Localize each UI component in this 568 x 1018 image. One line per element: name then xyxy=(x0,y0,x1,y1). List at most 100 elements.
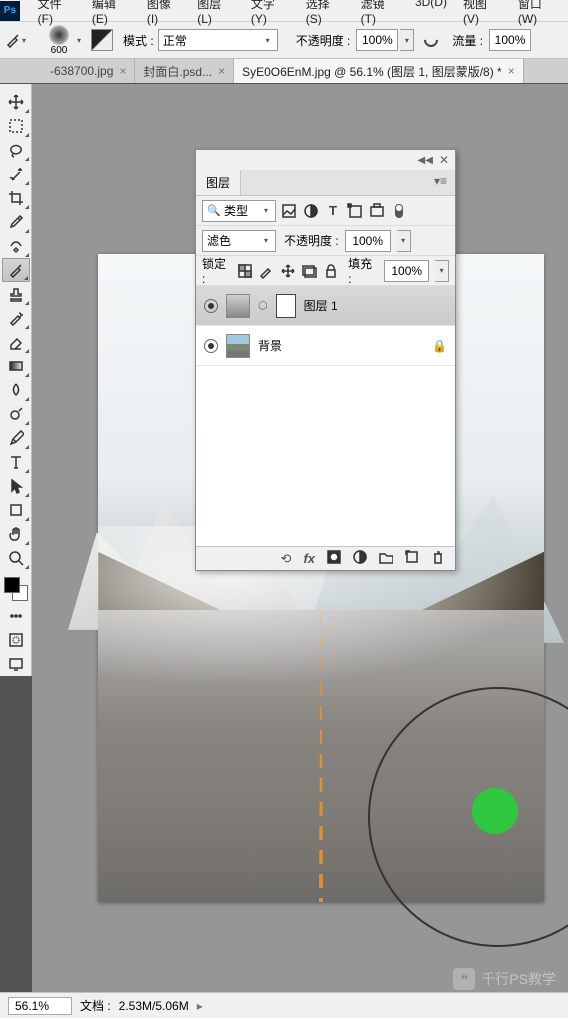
blur-tool-icon xyxy=(8,382,24,398)
menu-3D[interactable]: 3D(D) xyxy=(407,0,455,28)
move-tool[interactable] xyxy=(2,90,30,114)
new-layer-icon[interactable] xyxy=(405,550,419,567)
layers-tab[interactable]: 图层 xyxy=(196,170,241,195)
brush-panel-toggle[interactable] xyxy=(91,29,113,51)
panel-opacity-input[interactable]: 100% xyxy=(345,230,391,252)
layer-thumbnail[interactable] xyxy=(226,334,250,358)
panel-menu-icon[interactable]: ▾≡ xyxy=(426,170,455,195)
layers-panel[interactable]: ◀◀ ✕ 图层 ▾≡ 🔍 类型 ▾ T 滤色 ▾ 不透明度 : 100% ▾ 锁… xyxy=(195,149,456,571)
healing-brush-tool[interactable] xyxy=(2,234,30,258)
close-icon[interactable]: × xyxy=(119,64,126,78)
collapse-icon[interactable]: ◀◀ xyxy=(418,155,433,166)
document-tab[interactable]: -638700.jpg× xyxy=(42,59,135,83)
eraser-tool[interactable] xyxy=(2,330,30,354)
visibility-toggle[interactable] xyxy=(204,339,218,353)
clone-stamp-tool[interactable] xyxy=(2,282,30,306)
layer-row[interactable]: ⬡ 图层 1 xyxy=(196,286,455,326)
delete-layer-icon[interactable] xyxy=(431,550,445,567)
marquee-tool[interactable] xyxy=(2,114,30,138)
fill-slider-button[interactable]: ▾ xyxy=(435,260,449,282)
hand-tool[interactable] xyxy=(2,522,30,546)
menu-窗口[interactable]: 窗口(W) xyxy=(510,0,568,28)
opacity-input[interactable]: 100% xyxy=(356,29,398,51)
layer-name[interactable]: 图层 1 xyxy=(304,297,447,314)
document-tab[interactable]: SyE0O6EnM.jpg @ 56.1% (图层 1, 图层蒙版/8) *× xyxy=(234,59,524,83)
menu-图层[interactable]: 图层(L) xyxy=(189,0,243,28)
document-tab[interactable]: 封面白.psd...× xyxy=(135,59,234,83)
chevron-down-icon[interactable]: ▾ xyxy=(77,36,81,45)
zoom-input[interactable]: 56.1% xyxy=(8,997,72,1015)
screenmode-toggle[interactable] xyxy=(2,652,30,676)
lasso-tool[interactable] xyxy=(2,138,30,162)
chevron-down-icon: ▾ xyxy=(264,206,268,215)
lock-image-icon[interactable] xyxy=(258,262,276,280)
layer-thumbnail[interactable] xyxy=(226,294,250,318)
history-brush-tool[interactable] xyxy=(2,306,30,330)
lock-trans-icon[interactable] xyxy=(236,262,254,280)
status-bar: 56.1% 文档 : 2.53M/5.06M ▸ xyxy=(0,992,568,1018)
foreground-color[interactable] xyxy=(4,577,20,593)
color-swatches[interactable] xyxy=(3,576,29,602)
close-icon[interactable]: × xyxy=(508,64,515,78)
dodge-tool-icon xyxy=(8,406,24,422)
layer-style-icon[interactable]: fx xyxy=(303,551,315,566)
current-tool-indicator[interactable]: ▾ xyxy=(4,27,30,53)
filter-smart-icon[interactable] xyxy=(368,202,386,220)
brush-preset-picker[interactable]: 600 xyxy=(44,25,74,56)
link-icon[interactable]: ⬡ xyxy=(258,299,268,312)
path-select-tool[interactable] xyxy=(2,474,30,498)
blend-mode-select[interactable]: 正常 ▾ xyxy=(158,29,278,51)
blur-tool[interactable] xyxy=(2,378,30,402)
pen-tool[interactable] xyxy=(2,426,30,450)
layer-name[interactable]: 背景 xyxy=(258,337,424,354)
shape-tool[interactable] xyxy=(2,498,30,522)
menu-选择[interactable]: 选择(S) xyxy=(298,0,353,28)
menu-文字[interactable]: 文字(Y) xyxy=(243,0,298,28)
flow-input[interactable]: 100% xyxy=(489,29,531,51)
close-icon[interactable]: ✕ xyxy=(439,153,449,167)
status-menu-icon[interactable]: ▸ xyxy=(197,999,203,1013)
blend-mode-select[interactable]: 滤色 ▾ xyxy=(202,230,276,252)
pen-tool-icon xyxy=(8,430,24,446)
quickmask-toggle[interactable] xyxy=(2,628,30,652)
layers-panel-footer: ⟲ fx xyxy=(196,546,455,570)
mode-label: 模式 : xyxy=(123,32,154,49)
brush-tool-icon xyxy=(8,262,24,278)
edit-toolbar[interactable] xyxy=(2,604,30,628)
lock-position-icon[interactable] xyxy=(279,262,297,280)
link-layers-icon[interactable]: ⟲ xyxy=(281,551,292,567)
adjustment-layer-icon[interactable] xyxy=(353,550,367,567)
eyedropper-tool[interactable] xyxy=(2,210,30,234)
filter-shape-icon[interactable] xyxy=(346,202,364,220)
filter-pixel-icon[interactable] xyxy=(280,202,298,220)
opacity-slider-button[interactable]: ▾ xyxy=(397,230,411,252)
filter-type-select[interactable]: 🔍 类型 ▾ xyxy=(202,200,276,222)
filter-toggle-icon[interactable] xyxy=(390,202,408,220)
opacity-slider-button[interactable]: ▾ xyxy=(400,29,414,51)
brush-tool[interactable] xyxy=(2,258,30,282)
eraser-tool-icon xyxy=(8,334,24,350)
type-tool[interactable] xyxy=(2,450,30,474)
menu-图像[interactable]: 图像(I) xyxy=(139,0,189,28)
visibility-toggle[interactable] xyxy=(204,299,218,313)
filter-type-icon[interactable]: T xyxy=(324,202,342,220)
filter-adjust-icon[interactable] xyxy=(302,202,320,220)
fill-input[interactable]: 100% xyxy=(384,260,429,282)
menu-编辑[interactable]: 编辑(E) xyxy=(84,0,139,28)
doc-size-value: 2.53M/5.06M xyxy=(119,999,189,1013)
quick-select-tool[interactable] xyxy=(2,162,30,186)
mask-thumbnail[interactable] xyxy=(276,294,296,318)
dodge-tool[interactable] xyxy=(2,402,30,426)
pressure-opacity-toggle[interactable] xyxy=(420,29,442,51)
lock-all-icon[interactable] xyxy=(323,262,341,280)
group-icon[interactable] xyxy=(379,550,393,567)
menu-视图[interactable]: 视图(V) xyxy=(455,0,510,28)
close-icon[interactable]: × xyxy=(218,64,225,78)
menu-滤镜[interactable]: 滤镜(T) xyxy=(353,0,407,28)
layer-row[interactable]: 背景🔒 xyxy=(196,326,455,366)
add-mask-icon[interactable] xyxy=(327,550,341,567)
zoom-tool[interactable] xyxy=(2,546,30,570)
lock-nest-icon[interactable] xyxy=(301,262,319,280)
crop-tool[interactable] xyxy=(2,186,30,210)
gradient-tool[interactable] xyxy=(2,354,30,378)
